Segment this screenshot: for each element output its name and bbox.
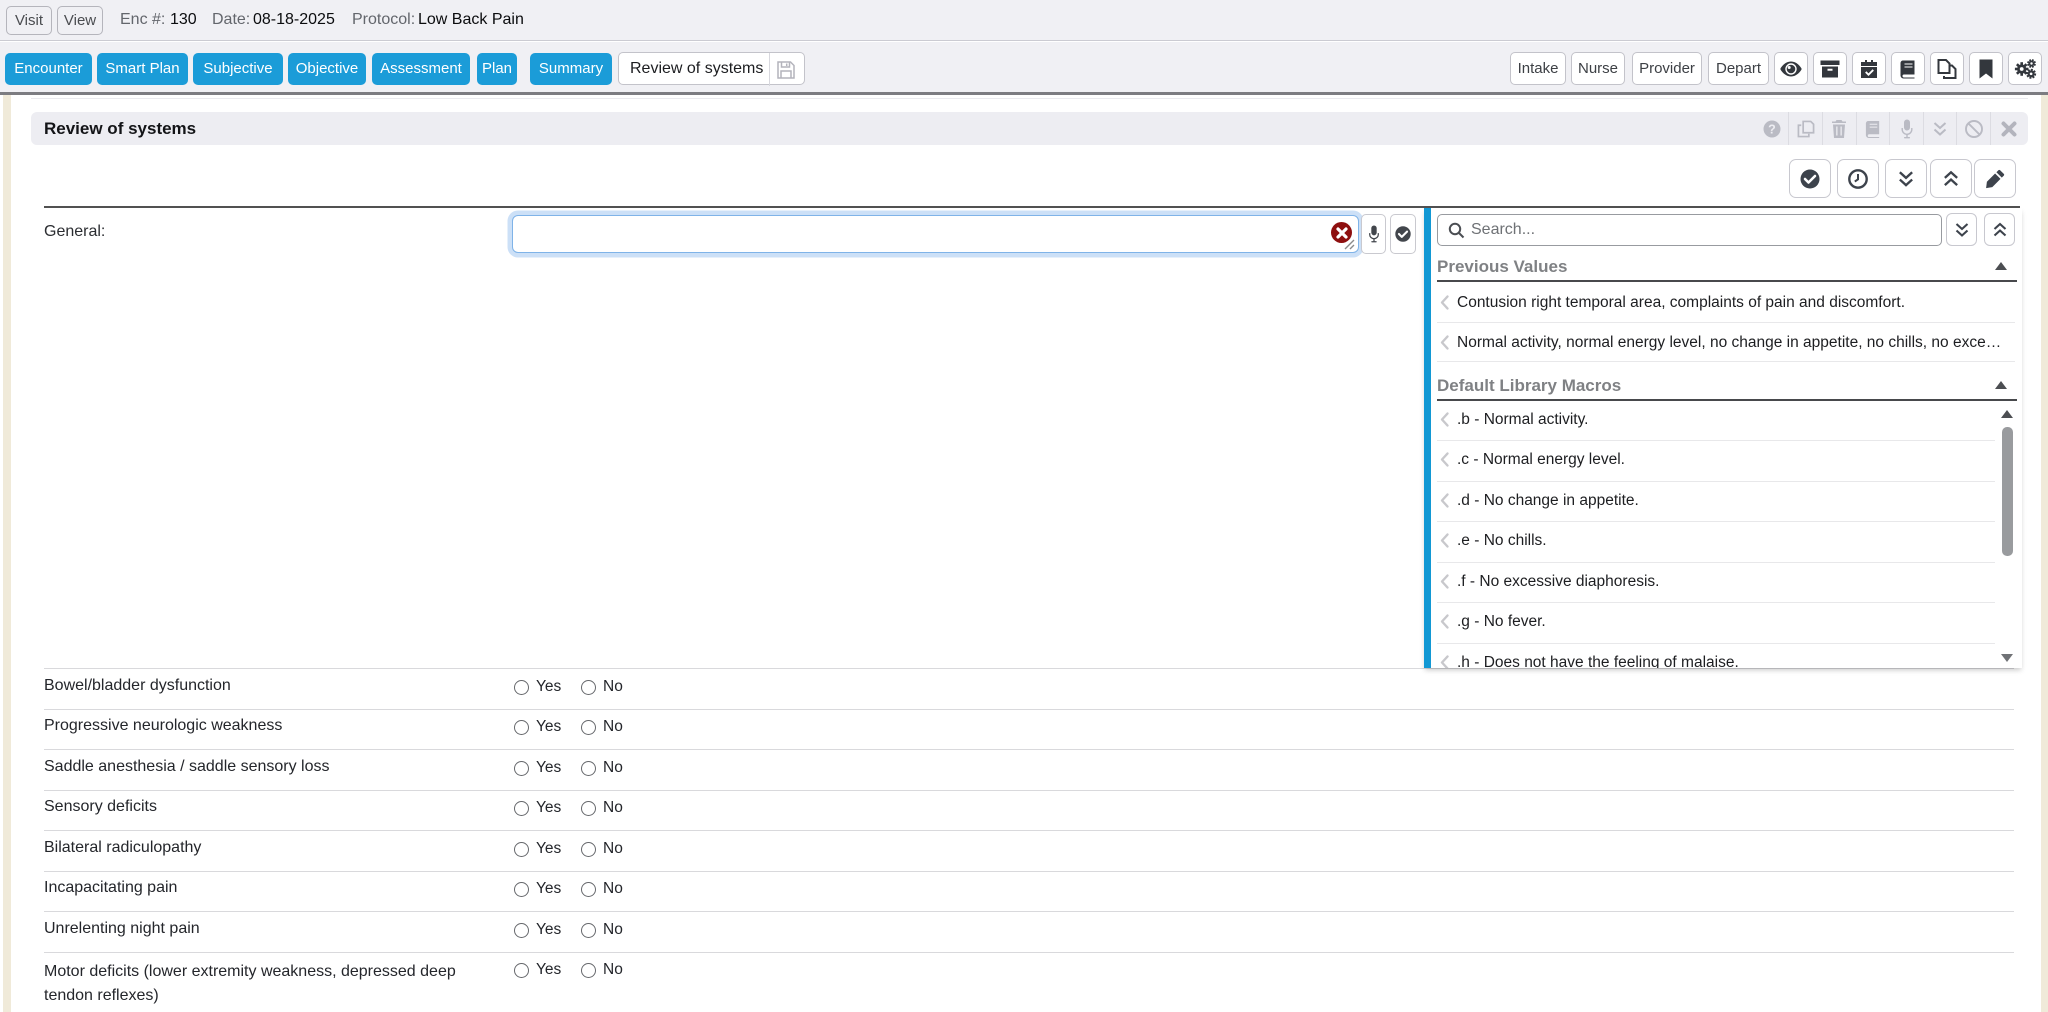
- svg-text:?: ?: [1768, 122, 1776, 136]
